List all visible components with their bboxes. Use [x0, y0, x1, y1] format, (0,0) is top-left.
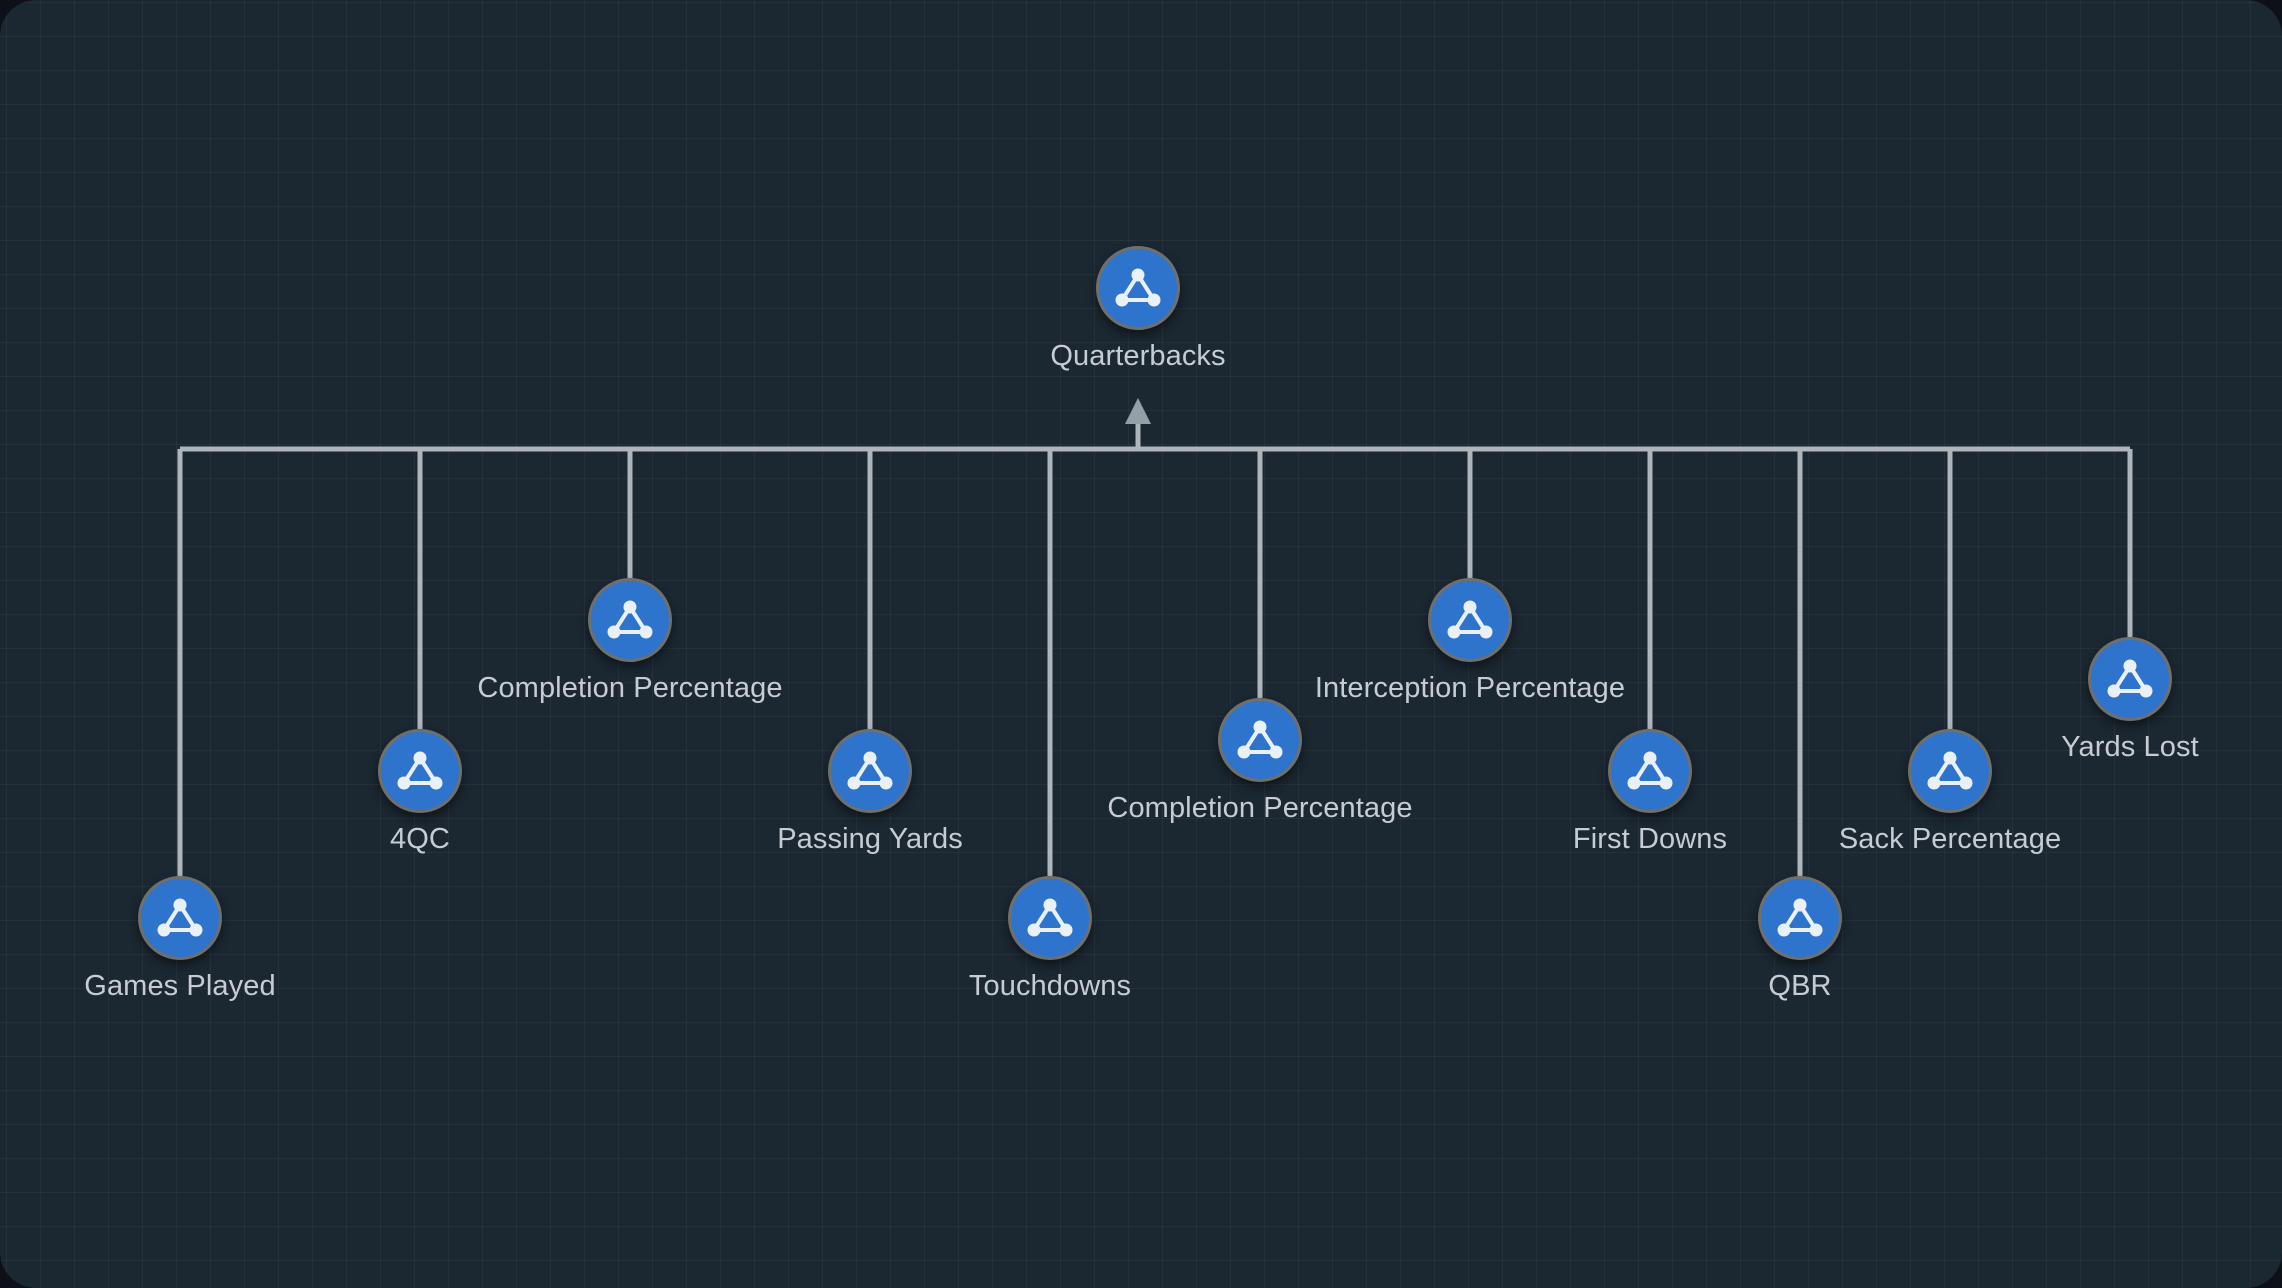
triangle-nodes-icon: [1927, 751, 1973, 790]
node-label: Yards Lost: [2061, 731, 2199, 763]
node-label: Interception Percentage: [1314, 672, 1626, 704]
triangle-nodes-icon: [157, 898, 203, 937]
triangle-nodes-icon: [1447, 600, 1493, 639]
node-label: QBR: [1768, 970, 1832, 1002]
node-circle[interactable]: [828, 729, 912, 813]
node-circle[interactable]: [1096, 246, 1180, 330]
node-circle[interactable]: [1908, 729, 1992, 813]
triangle-nodes-icon: [607, 600, 653, 639]
node-circle[interactable]: [1218, 698, 1302, 782]
triangle-nodes-icon: [1237, 720, 1283, 759]
node-label: Sack Percentage: [1838, 823, 2062, 855]
node-circle[interactable]: [2088, 637, 2172, 721]
node-circle[interactable]: [1758, 876, 1842, 960]
node-circle[interactable]: [588, 578, 672, 662]
diagram-canvas: Quarterbacks Games Played 4QC Completion Pe…: [0, 0, 2282, 1288]
node-circle[interactable]: [1008, 876, 1092, 960]
node-label: Completion Percentage: [477, 672, 783, 704]
triangle-nodes-icon: [1027, 898, 1073, 937]
triangle-nodes-icon: [397, 751, 443, 790]
node-circle[interactable]: [1428, 578, 1512, 662]
node-label: Touchdowns: [968, 970, 1132, 1002]
triangle-nodes-icon: [847, 751, 893, 790]
node-label: Completion Percentage: [1107, 792, 1413, 824]
node-circle[interactable]: [1608, 729, 1692, 813]
triangle-nodes-icon: [1627, 751, 1673, 790]
connector-lines: [177, 398, 2133, 876]
node-label: First Downs: [1572, 823, 1728, 855]
node-circle[interactable]: [378, 729, 462, 813]
triangle-nodes-icon: [1777, 898, 1823, 937]
node-circle[interactable]: [138, 876, 222, 960]
node-label: Games Played: [84, 970, 276, 1002]
node-label: Quarterbacks: [1050, 340, 1226, 372]
node-label: 4QC: [390, 823, 450, 855]
triangle-nodes-icon: [1115, 268, 1161, 307]
node-label: Passing Yards: [777, 823, 963, 855]
root-arrowhead-icon: [1125, 398, 1151, 424]
triangle-nodes-icon: [2107, 659, 2153, 698]
